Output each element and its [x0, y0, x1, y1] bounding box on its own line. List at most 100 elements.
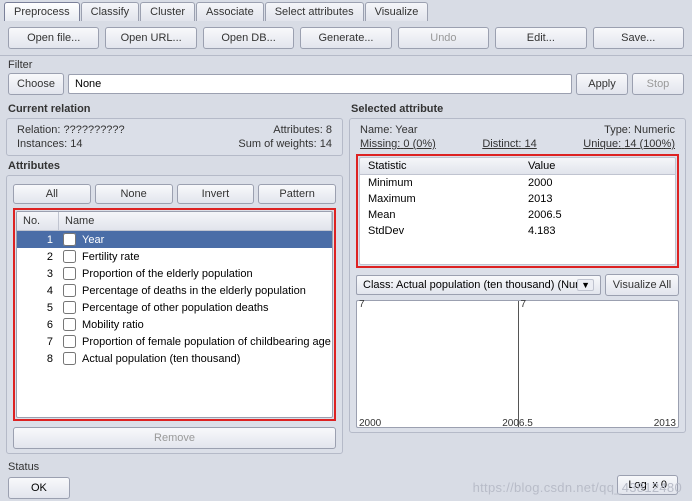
selected-attribute-panel: Name: Year Type: Numeric Missing: 0 (0%)… [349, 118, 686, 433]
row-name: Proportion of female population of child… [80, 336, 332, 348]
all-button[interactable]: All [13, 184, 91, 204]
table-row[interactable]: 6 Mobility ratio [17, 316, 332, 333]
edit-button[interactable]: Edit... [495, 27, 586, 49]
class-select[interactable]: Class: Actual population (ten thousand) … [356, 275, 601, 295]
row-no: 3 [17, 268, 59, 280]
filter-value[interactable]: None [68, 74, 572, 94]
pattern-button[interactable]: Pattern [258, 184, 336, 204]
tab-cluster[interactable]: Cluster [140, 2, 195, 21]
status-area: Status OK Log x 0 https://blog.csdn.net/… [0, 458, 692, 501]
row-checkbox[interactable] [63, 318, 76, 331]
viz-top-right: 7 [521, 299, 527, 310]
table-row[interactable]: 7 Proportion of female population of chil… [17, 333, 332, 350]
filter-heading: Filter [0, 56, 692, 73]
stat-value: 2013 [520, 191, 675, 207]
viz-top-left: 7 [359, 299, 365, 310]
stat-row: Mean2006.5 [360, 207, 675, 223]
stat-name: StdDev [360, 223, 520, 239]
attributes-value: 8 [326, 124, 332, 136]
apply-filter-button[interactable]: Apply [576, 73, 628, 95]
sa-name-label: Name: [360, 124, 392, 136]
sa-type-value: Numeric [634, 124, 675, 136]
choose-filter-button[interactable]: Choose [8, 73, 64, 95]
table-row[interactable]: 4 Percentage of deaths in the elderly pop… [17, 282, 332, 299]
save-button[interactable]: Save... [593, 27, 684, 49]
relation-label: Relation: [17, 124, 60, 136]
table-row[interactable]: 1 Year [17, 231, 332, 248]
stat-name: Mean [360, 207, 520, 223]
row-name: Fertility rate [80, 251, 332, 263]
stats-header: Statistic Value [359, 157, 676, 175]
row-checkbox[interactable] [63, 250, 76, 263]
row-name: Actual population (ten thousand) [80, 353, 332, 365]
stat-col-value: Value [520, 158, 675, 174]
undo-button: Undo [398, 27, 489, 49]
row-no: 5 [17, 302, 59, 314]
table-row[interactable]: 5 Percentage of other population deaths [17, 299, 332, 316]
viz-x-max: 2013 [654, 418, 676, 429]
tab-visualize[interactable]: Visualize [365, 2, 429, 21]
relation-value: ?????????? [63, 124, 124, 136]
weights-value: 14 [320, 138, 332, 150]
row-name: Percentage of deaths in the elderly popu… [80, 285, 332, 297]
stat-row: Minimum2000 [360, 175, 675, 191]
row-name: Mobility ratio [80, 319, 332, 331]
sa-missing-label: Missing: [360, 138, 400, 150]
col-no[interactable]: No. [17, 212, 59, 230]
stat-value: 4.183 [520, 223, 675, 239]
sa-distinct-value: 14 [525, 138, 537, 150]
watermark: https://blog.csdn.net/qq_43812480 [473, 480, 682, 495]
row-no: 6 [17, 319, 59, 331]
row-checkbox[interactable] [63, 267, 76, 280]
histogram-preview: 7 7 2000 2006.5 2013 [356, 300, 679, 428]
status-heading: Status [0, 458, 692, 475]
row-checkbox[interactable] [63, 352, 76, 365]
sa-distinct-label: Distinct: [482, 138, 521, 150]
status-ok: OK [8, 477, 70, 499]
stats-body: Minimum2000Maximum2013Mean2006.5StdDev4.… [359, 175, 676, 265]
table-row[interactable]: 2Fertility rate [17, 248, 332, 265]
sa-unique-label: Unique: [583, 138, 621, 150]
tab-preprocess[interactable]: Preprocess [4, 2, 80, 21]
viz-x-min: 2000 [359, 418, 381, 429]
generate-button[interactable]: Generate... [300, 27, 391, 49]
instances-value: 14 [70, 138, 82, 150]
row-name: Percentage of other population deaths [80, 302, 332, 314]
row-name: Proportion of the elderly population [80, 268, 332, 280]
main-tabs: Preprocess Classify Cluster Associate Se… [0, 0, 692, 21]
row-checkbox[interactable] [63, 301, 76, 314]
sa-unique-value: 14 (100%) [624, 138, 675, 150]
row-no: 1 [17, 234, 59, 246]
sa-type-label: Type: [604, 124, 631, 136]
row-no: 7 [17, 336, 59, 348]
none-button[interactable]: None [95, 184, 173, 204]
attributes-table: No. Name 1 Year 2Fertility rate 3 Proportion… [16, 211, 333, 418]
stat-col-statistic: Statistic [360, 158, 520, 174]
row-checkbox[interactable] [63, 284, 76, 297]
viz-x-mid: 2006.5 [502, 418, 533, 429]
row-checkbox[interactable] [63, 335, 76, 348]
tab-associate[interactable]: Associate [196, 2, 264, 21]
row-name: Year [80, 234, 332, 246]
row-no: 4 [17, 285, 59, 297]
visualize-all-button[interactable]: Visualize All [605, 274, 679, 296]
invert-button[interactable]: Invert [177, 184, 255, 204]
stat-row: Maximum2013 [360, 191, 675, 207]
row-no: 8 [17, 353, 59, 365]
table-row[interactable]: 3 Proportion of the elderly population [17, 265, 332, 282]
weights-label: Sum of weights: [238, 138, 316, 150]
selected-attribute-heading: Selected attribute [351, 103, 684, 115]
col-name[interactable]: Name [59, 212, 332, 230]
table-row[interactable]: 8 Actual population (ten thousand) [17, 350, 332, 367]
open-file-button[interactable]: Open file... [8, 27, 99, 49]
stat-name: Minimum [360, 175, 520, 191]
row-checkbox[interactable] [63, 233, 76, 246]
stat-row: StdDev4.183 [360, 223, 675, 239]
open-url-button[interactable]: Open URL... [105, 27, 196, 49]
stat-value: 2006.5 [520, 207, 675, 223]
tab-select-attributes[interactable]: Select attributes [265, 2, 364, 21]
open-db-button[interactable]: Open DB... [203, 27, 294, 49]
tab-classify[interactable]: Classify [81, 2, 140, 21]
toolbar: Open file... Open URL... Open DB... Gene… [0, 21, 692, 56]
attributes-panel: All None Invert Pattern No. Name 1 Year 2F… [6, 175, 343, 454]
